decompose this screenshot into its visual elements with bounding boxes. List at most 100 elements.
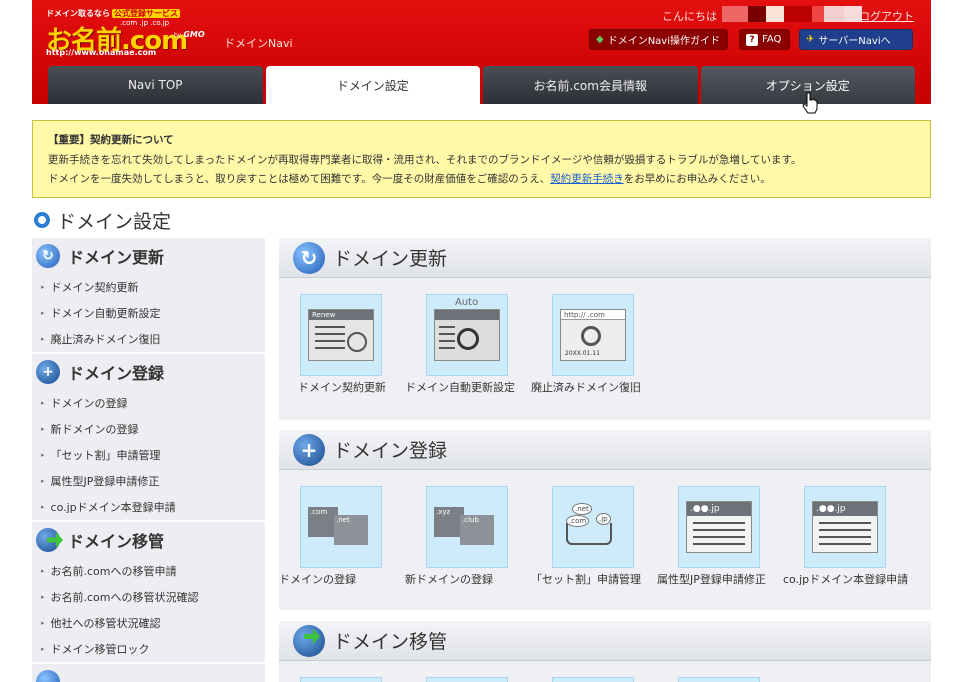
logo-tagline: ドメイン取るなら 公式登録サービス	[46, 9, 180, 18]
site-header: ドメイン取るなら 公式登録サービス .com .jp .co.jp お名前.com…	[32, 0, 931, 104]
navi-guide-label: ドメインNavi操作ガイド	[607, 36, 721, 47]
panel-renew: ↻ ドメイン更新 Renew ドメイン契約更新 Auto ドメイン自動更新設定 …	[279, 238, 931, 420]
sidebar-section-renew: ↻ ドメイン更新 ドメイン契約更新 ドメイン自動更新設定 廃止済みドメイン復旧	[32, 238, 265, 354]
jp-tag: .●●.jp	[813, 502, 877, 516]
sidebar-section-transfer: ドメイン移管 お名前.comへの移管申請 お名前.comへの移管状況確認 他社へ…	[32, 522, 265, 664]
greeting-text: こんにちは	[662, 10, 717, 23]
gmo-logo: by GMO	[174, 30, 205, 39]
tile-label: 廃止済みドメイン復旧	[531, 381, 641, 394]
panel-register-heading: + ドメイン登録	[279, 430, 931, 470]
sidebar-heading-renew: ↻ ドメイン更新	[32, 238, 265, 274]
refresh-icon	[457, 328, 479, 350]
register-new-domain-thumb[interactable]: .xyz .club	[426, 486, 508, 568]
sidebar-item-register-new-domain[interactable]: 新ドメインの登録	[32, 416, 265, 442]
main-tabs: Navi TOP ドメイン設定 お名前.com会員情報 オプション設定	[48, 66, 915, 104]
jp-attribute-thumb[interactable]: .●●.jp	[678, 486, 760, 568]
tile-label: ドメインの登録	[279, 573, 356, 586]
navi-label: ドメインNavi	[224, 37, 293, 50]
register-domain-thumb[interactable]: .com .net	[300, 486, 382, 568]
sidebar-item-transfer-lock[interactable]: ドメイン移管ロック	[32, 636, 265, 662]
jp-tag: .●●.jp	[687, 502, 751, 516]
server-navi-label: サーバーNaviへ	[818, 36, 891, 47]
plus-icon: +	[36, 360, 60, 384]
sidebar-item-jp-attribute-fix[interactable]: 属性型JP登録申請修正	[32, 468, 265, 494]
tld-tag-net: .net	[572, 503, 592, 515]
navi-guide-button[interactable]: ◆ ドメインNavi操作ガイド	[589, 29, 728, 50]
sidebar-item-contract-renewal[interactable]: ドメイン契約更新	[32, 274, 265, 300]
notice-title: 【重要】契約更新について	[48, 134, 174, 146]
auto-renewal-thumb[interactable]: Auto	[426, 294, 508, 376]
tile-thumb-partial[interactable]	[678, 677, 760, 682]
tile-label: ドメイン契約更新	[298, 381, 386, 394]
sidebar-item-register-domain[interactable]: ドメインの登録	[32, 390, 265, 416]
cojp-registration-thumb[interactable]: .●●.jp	[804, 486, 886, 568]
tile-thumb-partial[interactable]	[426, 677, 508, 682]
tile-register-domain[interactable]: .com .net ドメインの登録	[279, 486, 405, 587]
set-discount-thumb[interactable]: .net .com .jp	[552, 486, 634, 568]
tile-auto-renewal[interactable]: Auto ドメイン自動更新設定	[405, 294, 531, 395]
tile-label: ドメイン自動更新設定	[405, 381, 515, 394]
sidebar-item-outbound-status[interactable]: 他社への移管状況確認	[32, 610, 265, 636]
notice-line-1: 更新手続きを忘れて失効してしまったドメインが再取得専門業者に取得・流用され、それ…	[48, 153, 802, 166]
tld-tag-club: .club	[460, 515, 494, 545]
tile-restore-domain[interactable]: http:// .com 20XX.01.11 廃止済みドメイン復旧	[531, 294, 657, 395]
stamp-icon	[347, 332, 367, 352]
tile-label: 新ドメインの登録	[405, 573, 493, 586]
tile-set-discount[interactable]: .net .com .jp 「セット割」申請管理	[531, 486, 657, 587]
sidebar-heading-next	[32, 664, 265, 682]
important-notice: 【重要】契約更新について 更新手続きを忘れて失効してしまったドメインが再取得専門…	[32, 120, 931, 198]
panel-transfer: ドメイン移管	[279, 621, 931, 682]
restore-domain-thumb[interactable]: http:// .com 20XX.01.11	[552, 294, 634, 376]
sidebar-item-transfer-status[interactable]: お名前.comへの移管状況確認	[32, 584, 265, 610]
tab-member-info[interactable]: お名前.com会員情報	[483, 66, 698, 104]
tile-thumb-partial[interactable]	[552, 677, 634, 682]
hand-cursor-icon	[802, 92, 818, 114]
tile-cojp-registration[interactable]: .●●.jp co.jpドメイン本登録申請	[783, 486, 909, 587]
date-tag: 20XX.01.11	[565, 350, 600, 357]
renewal-procedure-link[interactable]: 契約更新手続き	[550, 173, 624, 185]
circle-bullet-icon	[34, 212, 50, 228]
sidebar-heading-transfer: ドメイン移管	[32, 522, 265, 558]
logo-url: http://www.onamae.com	[46, 48, 157, 57]
faq-button[interactable]: ? FAQ	[739, 29, 790, 50]
panel-renew-heading: ↻ ドメイン更新	[279, 238, 931, 278]
plus-icon: +	[293, 433, 325, 466]
tile-label: 属性型JP登録申請修正	[657, 573, 766, 586]
sidebar-item-transfer-request[interactable]: お名前.comへの移管申請	[32, 558, 265, 584]
transfer-icon	[293, 624, 325, 657]
renew-tag: Renew	[309, 310, 373, 320]
sidebar-item-cojp-registration[interactable]: co.jpドメイン本登録申請	[32, 494, 265, 520]
logout-link[interactable]: ログアウト	[859, 8, 914, 24]
panel-register: + ドメイン登録 .com .net ドメインの登録 .xyz .club 新ド…	[279, 430, 931, 610]
page-title: ドメイン設定	[34, 207, 171, 233]
tab-navi-top[interactable]: Navi TOP	[48, 66, 263, 104]
tile-label: 「セット割」申請管理	[531, 573, 641, 586]
contract-renewal-thumb[interactable]: Renew	[300, 294, 382, 376]
sidebar-item-set-discount[interactable]: 「セット割」申請管理	[32, 442, 265, 468]
tld-tag-net: .net	[334, 515, 368, 545]
auto-tag: Auto	[455, 297, 479, 308]
tile-thumb-partial[interactable]	[300, 677, 382, 682]
panel-transfer-heading: ドメイン移管	[279, 621, 931, 661]
logo-badge: 公式登録サービス	[112, 9, 180, 18]
tile-register-new-domain[interactable]: .xyz .club 新ドメインの登録	[405, 486, 531, 587]
tile-contract-renewal[interactable]: Renew ドメイン契約更新	[279, 294, 405, 395]
sidebar-section-next	[32, 664, 265, 682]
tld-tag-jp: .jp	[596, 513, 611, 525]
notice-line-2: ドメインを一度失効してしまうと、取り戻すことは極めて困難です。今一度その財産価値…	[48, 173, 771, 185]
tile-label: co.jpドメイン本登録申請	[783, 573, 909, 586]
sidebar-section-register: + ドメイン登録 ドメインの登録 新ドメインの登録 「セット割」申請管理 属性型…	[32, 354, 265, 522]
next-section-icon	[36, 670, 60, 682]
beginner-leaf-icon: ◆	[596, 34, 604, 45]
renew-icon: ↻	[293, 241, 325, 274]
tab-domain-settings[interactable]: ドメイン設定	[265, 66, 480, 104]
tile-jp-attribute-fix[interactable]: .●●.jp 属性型JP登録申請修正	[657, 486, 783, 587]
rocket-icon: ✈	[806, 34, 815, 45]
server-navi-button[interactable]: ✈ サーバーNaviへ	[799, 29, 913, 50]
sidebar-item-auto-renewal[interactable]: ドメイン自動更新設定	[32, 300, 265, 326]
sidebar: ↻ ドメイン更新 ドメイン契約更新 ドメイン自動更新設定 廃止済みドメイン復旧 …	[32, 238, 265, 682]
url-tag: http:// .com	[561, 310, 625, 320]
faq-label: FAQ	[762, 34, 782, 45]
sidebar-item-restore-domain[interactable]: 廃止済みドメイン復旧	[32, 326, 265, 352]
help-icon: ?	[746, 33, 758, 46]
